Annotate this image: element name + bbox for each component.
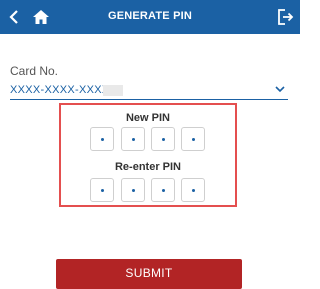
logout-button[interactable]: [276, 8, 294, 26]
card-number-label: Card No.: [10, 64, 59, 78]
app-header: GENERATE PIN: [0, 0, 300, 34]
reenter-pin-digit-3[interactable]: [151, 178, 175, 202]
card-number-value: XXXX-XXXX-XXXX-(: [10, 84, 118, 96]
submit-button[interactable]: SUBMIT: [56, 259, 242, 289]
new-pin-digit-2[interactable]: [121, 127, 145, 151]
new-pin-digit-3[interactable]: [151, 127, 175, 151]
reenter-pin-digit-2[interactable]: [121, 178, 145, 202]
masked-card-digits: [103, 85, 123, 96]
home-button[interactable]: [31, 7, 51, 27]
reenter-pin-digit-1[interactable]: [90, 178, 114, 202]
chevron-left-icon: [9, 10, 18, 24]
back-button[interactable]: [6, 8, 24, 26]
new-pin-label: New PIN: [125, 112, 170, 124]
new-pin-digit-4[interactable]: [181, 127, 205, 151]
card-number-select[interactable]: XXXX-XXXX-XXXX-(: [10, 83, 288, 100]
pin-entry-panel: New PIN Re-enter PIN: [59, 103, 237, 207]
chevron-down-icon: [275, 86, 285, 93]
new-pin-digit-1[interactable]: [90, 127, 114, 151]
home-icon: [33, 10, 49, 24]
reenter-pin-digit-4[interactable]: [181, 178, 205, 202]
page-title: GENERATE PIN: [107, 10, 193, 22]
reenter-pin-label: Re-enter PIN: [114, 161, 182, 173]
logout-icon: [278, 9, 294, 25]
